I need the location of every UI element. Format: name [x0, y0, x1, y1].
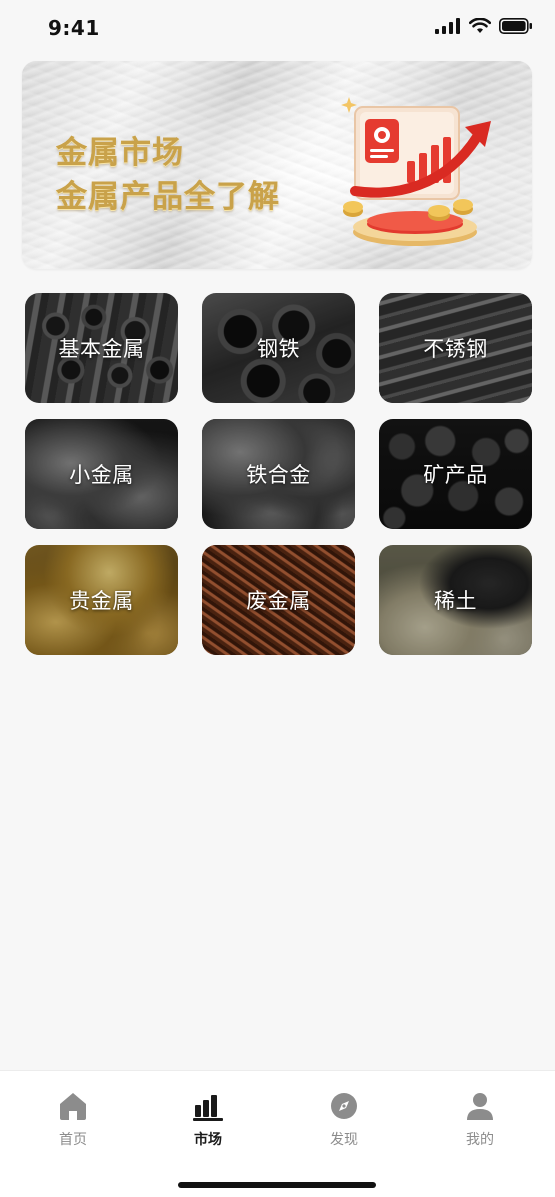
- bar-chart-icon: [191, 1089, 225, 1123]
- category-tile-minor-metals[interactable]: 小金属: [25, 419, 178, 529]
- banner[interactable]: 金属市场 金属产品全了解: [22, 61, 532, 269]
- category-label: 废金属: [246, 589, 311, 613]
- status-bar: 9:41: [0, 0, 555, 56]
- tab-market[interactable]: 市场: [168, 1089, 248, 1149]
- category-label: 基本金属: [58, 337, 145, 361]
- category-tile-rare-earth[interactable]: 稀土: [379, 545, 532, 655]
- category-grid: 基本金属 钢铁 不锈钢 小金属 铁合金 矿产品 贵金属 废金属 稀土: [25, 293, 533, 655]
- category-tile-steel[interactable]: 钢铁: [202, 293, 355, 403]
- category-label: 矿产品: [423, 463, 488, 487]
- category-tile-scrap-metal[interactable]: 废金属: [202, 545, 355, 655]
- user-icon: [463, 1089, 497, 1123]
- tab-profile-label: 我的: [466, 1132, 494, 1148]
- category-tile-stainless-steel[interactable]: 不锈钢: [379, 293, 532, 403]
- banner-title-line1: 金属市场: [56, 127, 184, 172]
- tab-market-label: 市场: [194, 1132, 222, 1148]
- signal-icon: [435, 18, 460, 34]
- battery-icon: [499, 18, 532, 34]
- category-label: 贵金属: [69, 589, 134, 613]
- category-tile-precious-metals[interactable]: 贵金属: [25, 545, 178, 655]
- tab-home-label: 首页: [59, 1132, 87, 1148]
- wifi-icon: [469, 18, 491, 33]
- tab-discover[interactable]: 发现: [304, 1089, 384, 1149]
- category-label: 稀土: [434, 589, 477, 613]
- bottom-tab-bar: 首页 市场 发现 我的: [0, 1070, 555, 1197]
- tab-profile[interactable]: 我的: [440, 1089, 520, 1149]
- home-indicator: [178, 1182, 376, 1188]
- tab-discover-label: 发现: [330, 1132, 358, 1148]
- category-label: 小金属: [69, 463, 134, 487]
- status-icons: [435, 18, 533, 34]
- category-tile-ferroalloy[interactable]: 铁合金: [202, 419, 355, 529]
- home-icon: [56, 1089, 90, 1123]
- category-label: 不锈钢: [423, 337, 488, 361]
- status-time: 9:41: [48, 16, 100, 40]
- tab-home[interactable]: 首页: [33, 1089, 113, 1149]
- category-label: 钢铁: [257, 337, 300, 361]
- category-tile-basic-metals[interactable]: 基本金属: [25, 293, 178, 403]
- compass-icon: [327, 1089, 361, 1123]
- category-tile-minerals[interactable]: 矿产品: [379, 419, 532, 529]
- category-label: 铁合金: [246, 463, 311, 487]
- market-chart-illustration-icon: [341, 97, 491, 246]
- banner-title-line2: 金属产品全了解: [56, 171, 280, 216]
